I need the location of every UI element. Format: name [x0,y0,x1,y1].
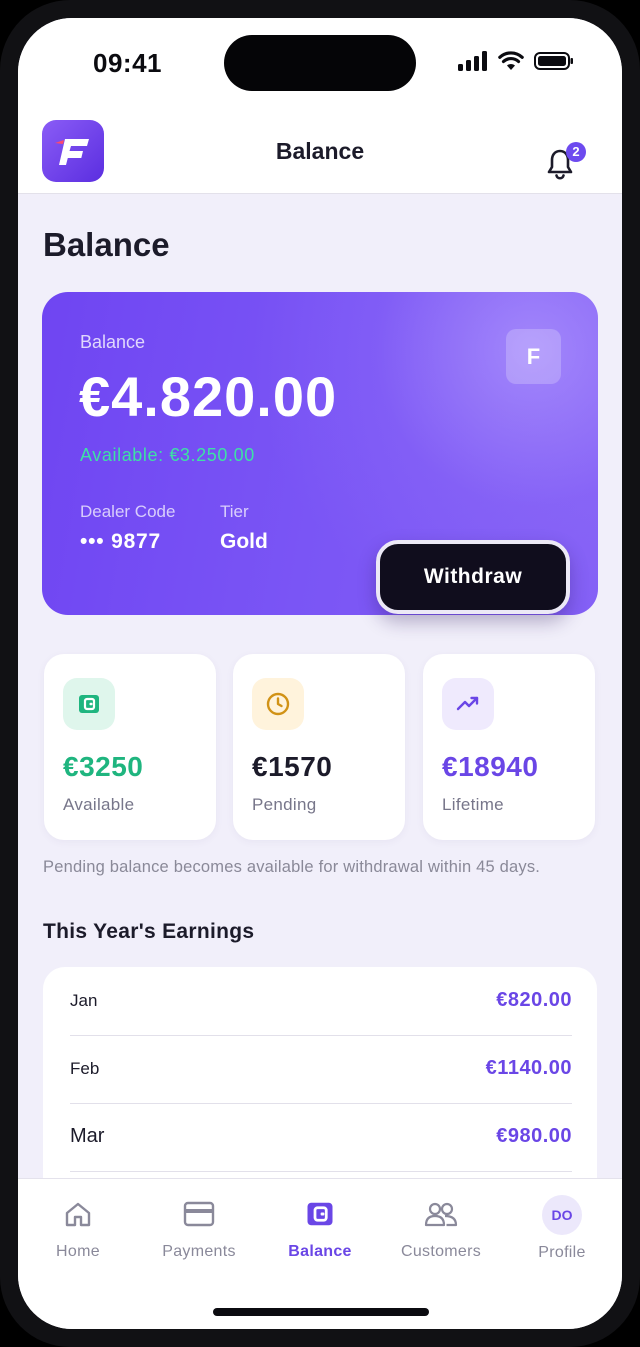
tier-label: Tier [220,502,249,521]
stat-card-lifetime[interactable]: €18940 Lifetime [423,654,595,840]
tab-label: Profile [538,1244,586,1261]
tab-label: Home [56,1243,100,1260]
notification-badge: 2 [566,142,586,162]
wallet-icon [307,1202,333,1226]
card-brand-badge: F [506,329,561,384]
stat-icon-box [252,678,304,730]
cellular-signal-icon [458,51,487,71]
stat-icon-box [442,678,494,730]
dynamic-island [224,35,416,91]
stat-value: €3250 [63,751,144,782]
earnings-row[interactable]: Feb €1140.00 [70,1035,572,1104]
stat-label: Pending [252,795,317,814]
earnings-amount: €980.00 [496,1125,572,1147]
status-bar: 09:41 [18,18,622,108]
tab-label: Payments [162,1243,236,1260]
pending-note: Pending balance becomes available for wi… [43,858,541,876]
tab-payments[interactable]: Payments [139,1197,259,1261]
stat-value: €18940 [442,751,539,782]
avatar: DO [542,1195,582,1235]
tab-profile[interactable]: DO Profile [502,1195,622,1262]
earnings-month: Feb [70,1059,100,1078]
stat-card-pending[interactable]: €1570 Pending [233,654,405,840]
header-title: Balance [275,138,365,164]
wifi-icon [498,51,524,70]
clock-icon [266,692,290,716]
stat-card-available[interactable]: €3250 Available [44,654,216,840]
dealer-code-value: ••• 9877 [80,530,162,553]
wallet-icon [79,695,99,713]
phone-frame: 09:41 Balance 2 Balance Balance €4.820.0… [0,0,640,1347]
credit-card-icon [183,1201,215,1227]
status-icons [458,51,574,71]
tab-label: Customers [400,1243,482,1260]
stat-value: €1570 [252,751,333,782]
bottom-tab-bar: Home Payments Balance Customers DO Profi… [18,1178,622,1329]
page-title: Balance [43,226,170,263]
earnings-month: Jan [70,991,98,1010]
battery-icon [534,52,573,70]
tab-balance[interactable]: Balance [260,1197,380,1261]
app-header: Balance 2 [18,108,622,194]
dealer-code-label: Dealer Code [80,502,176,521]
trending-up-icon [456,696,479,711]
tab-home[interactable]: Home [18,1197,138,1261]
tab-customers[interactable]: Customers [381,1197,501,1261]
users-icon [424,1202,458,1227]
earnings-title: This Year's Earnings [43,920,255,943]
stat-icon-box [63,678,115,730]
stat-label: Lifetime [442,795,504,814]
balance-label: Balance [80,332,146,352]
available-balance: Available: €3.250.00 [80,445,255,465]
stat-label: Available [63,795,135,814]
withdraw-button[interactable]: Withdraw [376,540,570,614]
screen: 09:41 Balance 2 Balance Balance €4.820.0… [18,18,622,1329]
earnings-row[interactable]: Mar €980.00 [70,1103,572,1172]
earnings-amount: €820.00 [496,989,572,1011]
home-icon [65,1202,91,1227]
status-time: 09:41 [93,48,162,78]
earnings-row[interactable]: Jan €820.00 [70,967,572,1036]
home-indicator[interactable] [213,1308,429,1316]
earnings-amount: €1140.00 [485,1057,572,1079]
tab-label: Balance [288,1243,352,1260]
earnings-month: Mar [70,1125,105,1147]
tier-value: Gold [220,530,268,553]
balance-amount: €4.820.00 [79,365,338,428]
